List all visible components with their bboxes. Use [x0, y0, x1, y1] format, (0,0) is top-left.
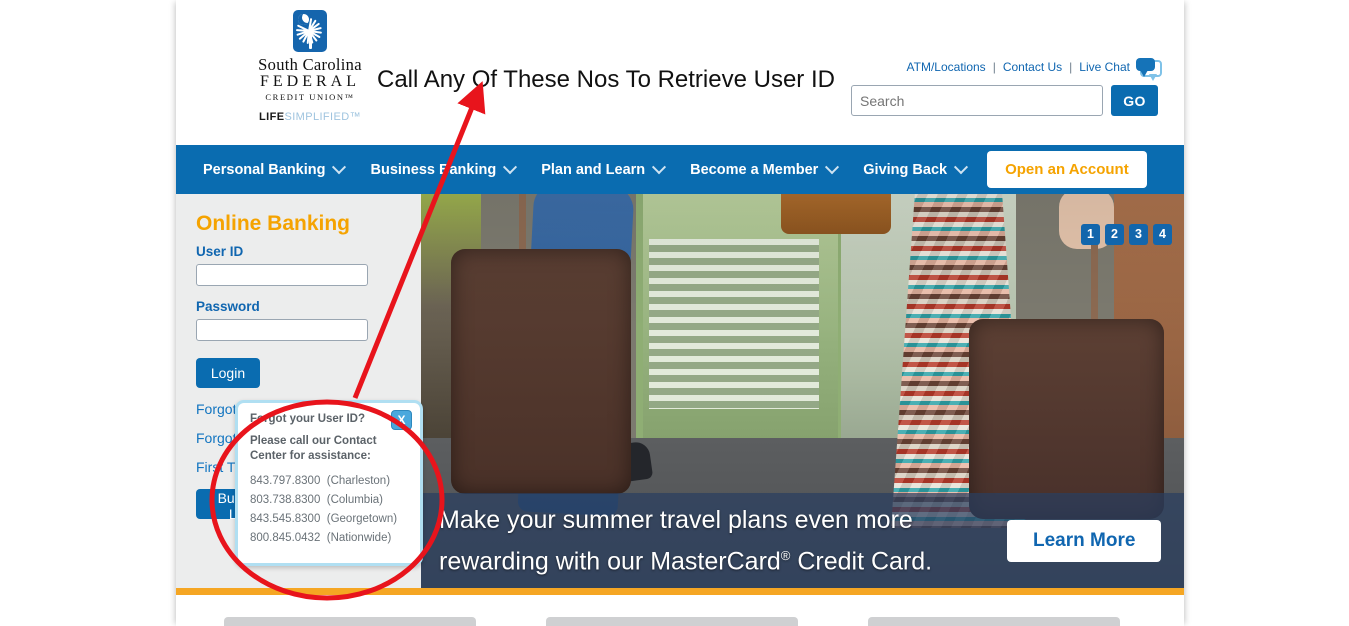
- promo-cards-row: [176, 595, 1184, 626]
- tagline-bold: LIFE: [259, 111, 285, 123]
- site-logo[interactable]: South Carolina FEDERAL CREDIT UNION™ LIF…: [225, 10, 395, 123]
- promo-card[interactable]: [546, 617, 798, 626]
- annotation-text: Call Any Of These Nos To Retrieve User I…: [377, 66, 835, 93]
- registered-mark: ®: [780, 547, 791, 563]
- search-input[interactable]: [851, 85, 1103, 116]
- login-button[interactable]: Login: [196, 358, 260, 388]
- phone-location: (Georgetown): [326, 513, 398, 525]
- learn-more-button[interactable]: Learn More: [1007, 519, 1162, 562]
- chevron-down-icon: [652, 159, 667, 174]
- carousel-slide-1[interactable]: 1: [1081, 224, 1100, 245]
- carousel-slide-4[interactable]: 4: [1153, 224, 1172, 245]
- logo-line-1: South Carolina: [258, 55, 362, 74]
- logo-line-2: FEDERAL: [260, 73, 360, 90]
- hero-caption-bar: Make your summer travel plans even more …: [421, 493, 1184, 588]
- main-navigation: Personal Banking Business Banking Plan a…: [176, 145, 1184, 194]
- nav-label: Plan and Learn: [541, 161, 646, 178]
- promo-card[interactable]: [868, 617, 1120, 626]
- popup-phone-row: 843.797.8300 (Charleston): [250, 475, 408, 487]
- link-live-chat[interactable]: Live Chat: [1079, 60, 1130, 74]
- link-atm-locations[interactable]: ATM/Locations: [907, 60, 986, 74]
- chevron-down-icon: [825, 159, 840, 174]
- online-banking-title: Online Banking: [196, 212, 351, 235]
- nav-item-personal-banking[interactable]: Personal Banking: [190, 145, 357, 194]
- chevron-down-icon: [954, 159, 969, 174]
- userid-label: User ID: [196, 244, 244, 259]
- caption-line-2-part-a: rewarding with our MasterCard: [439, 547, 781, 576]
- nav-item-plan-and-learn[interactable]: Plan and Learn: [528, 145, 677, 194]
- chevron-down-icon: [503, 159, 518, 174]
- nav-label: Business Banking: [370, 161, 497, 178]
- password-label: Password: [196, 299, 260, 314]
- nav-label: Giving Back: [863, 161, 948, 178]
- tagline-light: SIMPLIFIED™: [284, 111, 361, 123]
- nav-item-business-banking[interactable]: Business Banking: [357, 145, 528, 194]
- forgot-user-id-popup: X Forgot your User ID? Please call our C…: [235, 400, 423, 566]
- chevron-down-icon: [332, 159, 347, 174]
- popup-phone-row: 800.845.0432 (Nationwide): [250, 532, 408, 544]
- palmetto-flag-icon: [293, 10, 327, 52]
- phone-number: 843.545.8300: [250, 513, 321, 525]
- logo-tagline: LIFESIMPLIFIED™: [225, 111, 395, 123]
- nav-label: Become a Member: [690, 161, 819, 178]
- popup-title: Forgot your User ID?: [250, 413, 366, 425]
- popup-phone-row: 843.545.8300 (Georgetown): [250, 513, 408, 525]
- online-banking-sidebar: Online Banking User ID Password Login Fo…: [176, 194, 423, 588]
- phone-number: 800.845.0432: [250, 532, 321, 544]
- caption-line-2-part-b: Credit Card.: [790, 547, 933, 576]
- utility-separator-1: |: [992, 60, 996, 74]
- phone-location: (Charleston): [326, 475, 391, 487]
- link-contact-us[interactable]: Contact Us: [1003, 60, 1062, 74]
- popup-phone-row: 803.738.8300 (Columbia): [250, 494, 408, 506]
- userid-input[interactable]: [196, 264, 368, 286]
- close-icon[interactable]: X: [391, 410, 412, 430]
- nav-item-become-a-member[interactable]: Become a Member: [677, 145, 850, 194]
- carousel-pagination: 1 2 3 4: [1081, 224, 1172, 245]
- hero-caption-text: Make your summer travel plans even more …: [421, 502, 979, 579]
- search-form: GO: [851, 85, 1158, 116]
- chat-bubble-icon[interactable]: [1136, 58, 1162, 81]
- popup-subtitle: Please call our Contact Center for assis…: [250, 435, 377, 462]
- phone-location: (Nationwide): [326, 532, 392, 544]
- search-go-button[interactable]: GO: [1111, 85, 1158, 116]
- nav-label: Personal Banking: [203, 161, 326, 178]
- phone-number: 843.797.8300: [250, 475, 321, 487]
- orange-divider: [176, 588, 1184, 595]
- phone-location: (Columbia): [326, 494, 383, 506]
- nav-item-giving-back[interactable]: Giving Back: [850, 145, 979, 194]
- caption-line-1: Make your summer travel plans even more: [439, 505, 913, 534]
- content-area: Online Banking User ID Password Login Fo…: [176, 194, 1184, 588]
- screenshot-root: South Carolina FEDERAL CREDIT UNION™ LIF…: [0, 0, 1349, 626]
- carousel-slide-2[interactable]: 2: [1105, 224, 1124, 245]
- hero-carousel: 1 2 3 4 Make your summer travel plans ev…: [421, 194, 1184, 588]
- logo-line-3: CREDIT UNION™: [265, 92, 355, 102]
- phone-number: 803.738.8300: [250, 494, 321, 506]
- utility-links: ATM/Locations | Contact Us | Live Chat: [907, 58, 1162, 81]
- utility-separator-2: |: [1069, 60, 1073, 74]
- caption-line-2: rewarding with our MasterCard® Credit Ca…: [439, 538, 979, 579]
- password-input[interactable]: [196, 319, 368, 341]
- open-an-account-button[interactable]: Open an Account: [987, 151, 1147, 188]
- palm-trunk-shape: [309, 29, 312, 49]
- promo-card[interactable]: [224, 617, 476, 626]
- carousel-slide-3[interactable]: 3: [1129, 224, 1148, 245]
